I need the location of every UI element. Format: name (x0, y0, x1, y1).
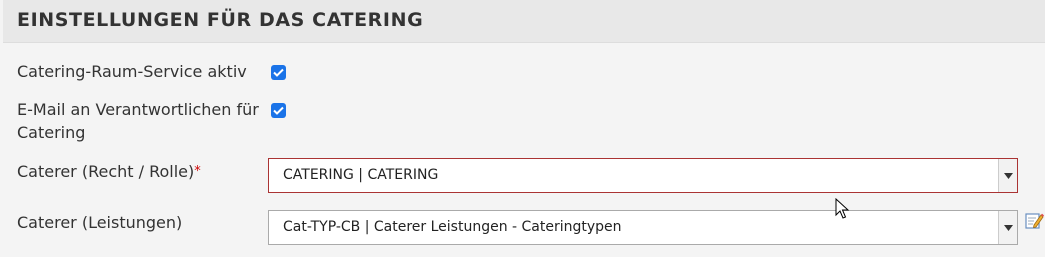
required-marker: * (194, 164, 201, 179)
chevron-down-icon (1003, 224, 1013, 231)
email-responsible-checkbox[interactable] (271, 103, 286, 118)
email-responsible-label-line2: Catering (17, 123, 86, 142)
caterer-services-select[interactable]: Cat-TYP-CB | Caterer Leistungen - Cateri… (268, 210, 1018, 245)
caterer-role-label: Caterer (Recht / Rolle)* (17, 160, 201, 183)
room-service-label: Catering-Raum-Service aktiv (17, 62, 247, 81)
caterer-role-label-text: Caterer (Recht / Rolle) (17, 162, 195, 181)
section-header: EINSTELLUNGEN FÜR DAS CATERING (3, 0, 1045, 43)
caterer-services-label: Caterer (Leistungen) (17, 213, 183, 232)
room-service-checkbox[interactable] (271, 65, 286, 80)
section-title: EINSTELLUNGEN FÜR DAS CATERING (17, 9, 424, 31)
caterer-services-value: Cat-TYP-CB | Caterer Leistungen - Cateri… (283, 219, 622, 235)
caterer-role-value: CATERING | CATERING (283, 167, 439, 183)
checkmark-icon (273, 68, 284, 77)
caterer-role-dropdown-button[interactable] (998, 159, 1017, 192)
email-responsible-label-line1: E-Mail an Verantwortlichen für (17, 100, 259, 119)
chevron-down-icon (1003, 172, 1013, 179)
caterer-services-dropdown-button[interactable] (998, 211, 1017, 244)
edit-pencil-icon[interactable] (1025, 211, 1044, 230)
mouse-pointer-icon (835, 198, 850, 219)
caterer-role-select[interactable]: CATERING | CATERING (268, 158, 1018, 193)
checkmark-icon (273, 106, 284, 115)
email-responsible-label: E-Mail an Verantwortlichen für Catering (17, 98, 259, 144)
